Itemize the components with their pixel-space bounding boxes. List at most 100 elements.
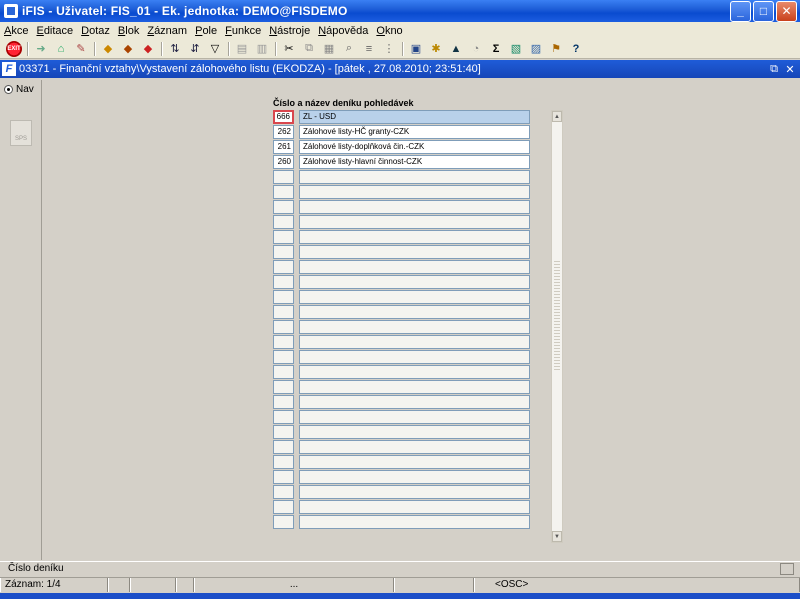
query-cancel-icon[interactable]: ◆ [140,41,156,57]
paste-icon[interactable]: ▦ [321,41,337,57]
save-icon[interactable]: ➜ [33,41,49,57]
close-button[interactable]: ✕ [776,0,797,22]
sort-asc-icon[interactable]: ⇅ [167,41,183,57]
journal-number-field[interactable] [273,245,294,259]
journal-number-field[interactable] [273,455,294,469]
journal-name-field[interactable] [299,185,530,199]
journal-number-field[interactable] [273,365,294,379]
journal-number-field[interactable] [273,470,294,484]
journal-number-field[interactable] [273,275,294,289]
journal-name-field[interactable] [299,335,530,349]
print-doc-icon[interactable]: ▥ [254,41,270,57]
menu-funkce[interactable]: Funkce [225,25,261,37]
journal-number-field[interactable] [273,485,294,499]
journal-name-field[interactable] [299,200,530,214]
journal-number-field[interactable] [273,380,294,394]
journal-name-field[interactable] [299,425,530,439]
excel-icon[interactable]: ▧ [508,41,524,57]
journal-number-field[interactable] [273,335,294,349]
journal-name-field[interactable] [299,470,530,484]
journal-name-field[interactable] [299,365,530,379]
journal-number-field[interactable] [273,395,294,409]
help-icon[interactable]: ? [568,41,584,57]
journal-number-field[interactable] [273,515,294,529]
restore-icon[interactable]: ⧉ [768,63,780,76]
journal-name-field[interactable]: Zálohové listy-hlavní činnost-CZK [299,155,530,169]
journal-number-field[interactable] [273,200,294,214]
menu-napoveda[interactable]: Nápověda [318,25,368,37]
journal-name-field[interactable] [299,170,530,184]
warning-icon[interactable]: ▲ [448,41,464,57]
user-help-icon[interactable]: ⚑ [548,41,564,57]
settings-icon[interactable]: ✱ [428,41,444,57]
form-close-icon[interactable]: ✕ [784,63,796,76]
columns-icon[interactable]: ⋮ [381,41,397,57]
journal-name-field[interactable] [299,395,530,409]
journal-name-field[interactable]: Zálohové listy-doplňková čin.-CZK [299,140,530,154]
journal-number-field[interactable] [273,305,294,319]
journal-number-field[interactable] [273,410,294,424]
journal-name-field[interactable] [299,215,530,229]
menu-nastroje[interactable]: Nástroje [269,25,310,37]
journal-number-field[interactable] [273,170,294,184]
menu-editace[interactable]: Editace [36,25,73,37]
copy-icon[interactable]: ⧉ [301,41,317,57]
journal-name-field[interactable]: Zálohové listy-HČ granty-CZK [299,125,530,139]
clock-icon[interactable]: ◔ [468,41,484,57]
query-run-icon[interactable]: ◆ [120,41,136,57]
journal-name-field[interactable]: ZL - USD [299,110,530,124]
journal-name-field[interactable] [299,260,530,274]
print-preview-icon[interactable]: ▤ [234,41,250,57]
journal-number-field[interactable] [273,230,294,244]
journal-number-field[interactable]: 260 [273,155,294,169]
journal-number-field[interactable]: 261 [273,140,294,154]
export-icon[interactable]: ▨ [528,41,544,57]
sort-desc-icon[interactable]: ⇵ [187,41,203,57]
journal-number-field[interactable] [273,260,294,274]
journal-number-field[interactable] [273,350,294,364]
journal-name-field[interactable] [299,440,530,454]
cut-icon[interactable]: ✂ [281,41,297,57]
journal-name-field[interactable] [299,275,530,289]
journal-name-field[interactable] [299,485,530,499]
journal-name-field[interactable] [299,230,530,244]
find-icon[interactable]: ⌕ [341,41,357,57]
calculator-icon[interactable]: ▣ [408,41,424,57]
scroll-grip[interactable] [554,261,560,371]
journal-name-field[interactable] [299,500,530,514]
menu-dotaz[interactable]: Dotaz [81,25,110,37]
minimize-button[interactable]: _ [730,0,751,22]
menu-zaznam[interactable]: Záznam [147,25,187,37]
journal-number-field[interactable] [273,425,294,439]
journal-name-field[interactable] [299,515,530,529]
journal-number-field[interactable] [273,440,294,454]
journal-name-field[interactable] [299,245,530,259]
maximize-button[interactable]: □ [753,0,774,22]
journal-number-field[interactable] [273,320,294,334]
query-icon[interactable]: ◆ [100,41,116,57]
journal-number-field[interactable] [273,215,294,229]
journal-number-field[interactable]: 666 [273,110,294,124]
menu-blok[interactable]: Blok [118,25,139,37]
journal-name-field[interactable] [299,410,530,424]
scroll-down-icon[interactable]: ▼ [552,531,562,542]
journal-name-field[interactable] [299,455,530,469]
sum-icon[interactable]: Σ [488,41,504,57]
filter-icon[interactable]: ▽ [207,41,223,57]
journal-name-field[interactable] [299,305,530,319]
journal-name-field[interactable] [299,320,530,334]
menu-okno[interactable]: Okno [376,25,402,37]
home-save-icon[interactable]: ⌂ [53,41,69,57]
exit-icon[interactable]: EXIT [6,40,22,57]
journal-number-field[interactable] [273,290,294,304]
journal-number-field[interactable]: 262 [273,125,294,139]
journal-name-field[interactable] [299,350,530,364]
print-icon[interactable]: ✎ [73,41,89,57]
journal-number-field[interactable] [273,185,294,199]
menu-pole[interactable]: Pole [195,25,217,37]
journal-number-field[interactable] [273,500,294,514]
sps-button[interactable]: SPS [10,120,32,146]
menu-akce[interactable]: Akce [4,25,28,37]
journal-name-field[interactable] [299,290,530,304]
scroll-up-icon[interactable]: ▲ [552,111,562,122]
